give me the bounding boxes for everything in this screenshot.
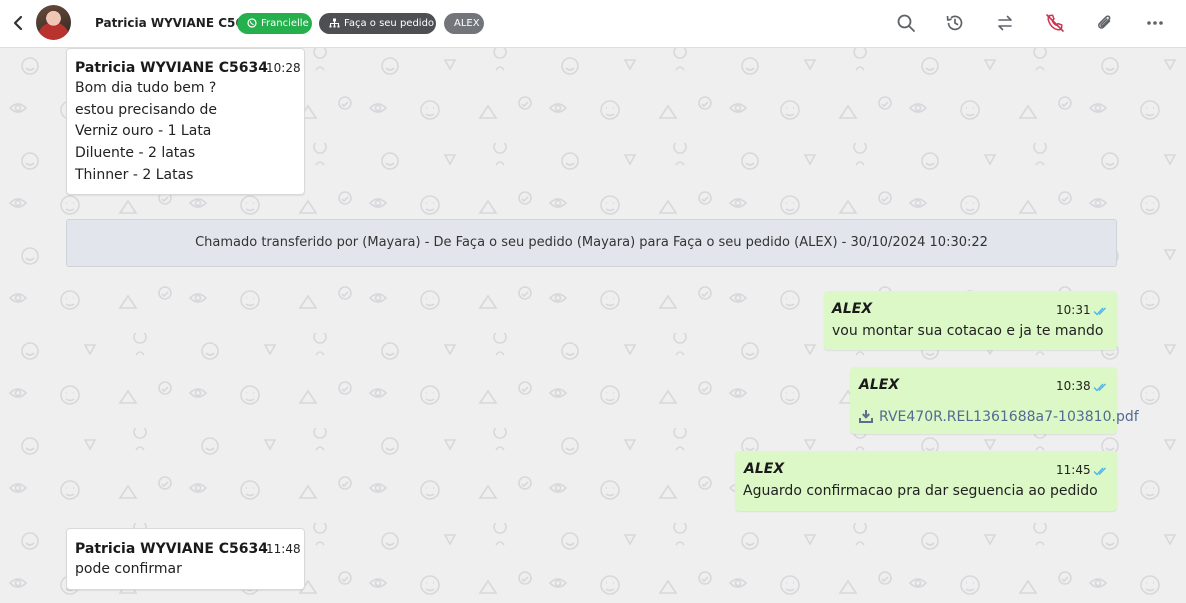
transfer-system-notice: Chamado transferido por (Mayara) - De Fa…	[66, 219, 1117, 267]
back-arrow-icon[interactable]	[8, 13, 28, 33]
history-icon[interactable]	[944, 12, 966, 34]
message-time: 11:48	[266, 542, 301, 556]
message-time: 11:45	[1056, 463, 1091, 477]
connection-tag: Francielle	[237, 13, 312, 34]
message-text-line: estou precisando de	[75, 102, 217, 118]
download-icon	[859, 410, 873, 423]
contact-name[interactable]: Patricia WYVIANE C5634	[95, 16, 260, 30]
chat-messages-area[interactable]: Patricia WYVIANE C5634 10:28 Bom dia tud…	[0, 48, 1186, 603]
pdf-file-download-link[interactable]: RVE470R.REL1361688a7-103810.pdf	[859, 406, 1139, 428]
outgoing-message-bubble[interactable]: ALEX 10:31 vou montar sua cotacao e ja t…	[824, 291, 1117, 350]
message-text-line: Bom dia tudo bem ?	[75, 80, 217, 96]
read-double-check-icon	[1093, 467, 1106, 476]
agent-tag-label: ALEX	[454, 18, 480, 29]
queue-hierarchy-icon	[329, 18, 340, 28]
message-time: 10:28	[266, 61, 301, 75]
more-options-icon[interactable]	[1144, 12, 1166, 34]
queue-tag: Faça o seu pedido	[319, 13, 436, 34]
search-icon[interactable]	[895, 12, 917, 34]
message-text: pode confirmar	[75, 561, 182, 577]
outgoing-message-bubble[interactable]: ALEX 11:45 Aguardo confirmacao pra dar s…	[735, 451, 1117, 511]
message-sender: Patricia WYVIANE C5634	[75, 60, 268, 76]
incoming-message-bubble[interactable]: Patricia WYVIANE C5634 10:28 Bom dia tud…	[66, 48, 305, 195]
whatsapp-icon	[247, 18, 257, 28]
incoming-message-bubble[interactable]: Patricia WYVIANE C5634 11:48 pode confir…	[66, 528, 305, 590]
message-text-line: Verniz ouro - 1 Lata	[75, 123, 212, 139]
connection-tag-label: Francielle	[261, 18, 309, 29]
message-sender: Patricia WYVIANE C5634	[75, 541, 268, 557]
message-sender: ALEX	[744, 461, 785, 477]
chat-header: Patricia WYVIANE C5634 Francielle Faça o…	[0, 0, 1186, 48]
message-text-line: Thinner - 2 Latas	[75, 167, 194, 183]
end-call-icon[interactable]	[1044, 12, 1066, 34]
message-sender: ALEX	[832, 301, 873, 317]
message-text: vou montar sua cotacao e ja te mando	[832, 323, 1104, 339]
message-text: Aguardo confirmacao pra dar seguencia ao…	[743, 483, 1098, 499]
agent-tag: ALEX	[444, 13, 484, 34]
attach-icon[interactable]	[1094, 12, 1116, 34]
queue-tag-label: Faça o seu pedido	[344, 18, 435, 29]
transfer-icon[interactable]	[994, 12, 1016, 34]
message-text-line: Diluente - 2 latas	[75, 145, 196, 161]
read-double-check-icon	[1093, 307, 1106, 316]
read-double-check-icon	[1093, 383, 1106, 392]
pdf-file-name: RVE470R.REL1361688a7-103810.pdf	[879, 409, 1139, 425]
message-sender: ALEX	[859, 377, 900, 393]
message-time: 10:31	[1056, 303, 1091, 317]
message-time: 10:38	[1056, 379, 1091, 393]
contact-avatar[interactable]	[36, 5, 71, 40]
